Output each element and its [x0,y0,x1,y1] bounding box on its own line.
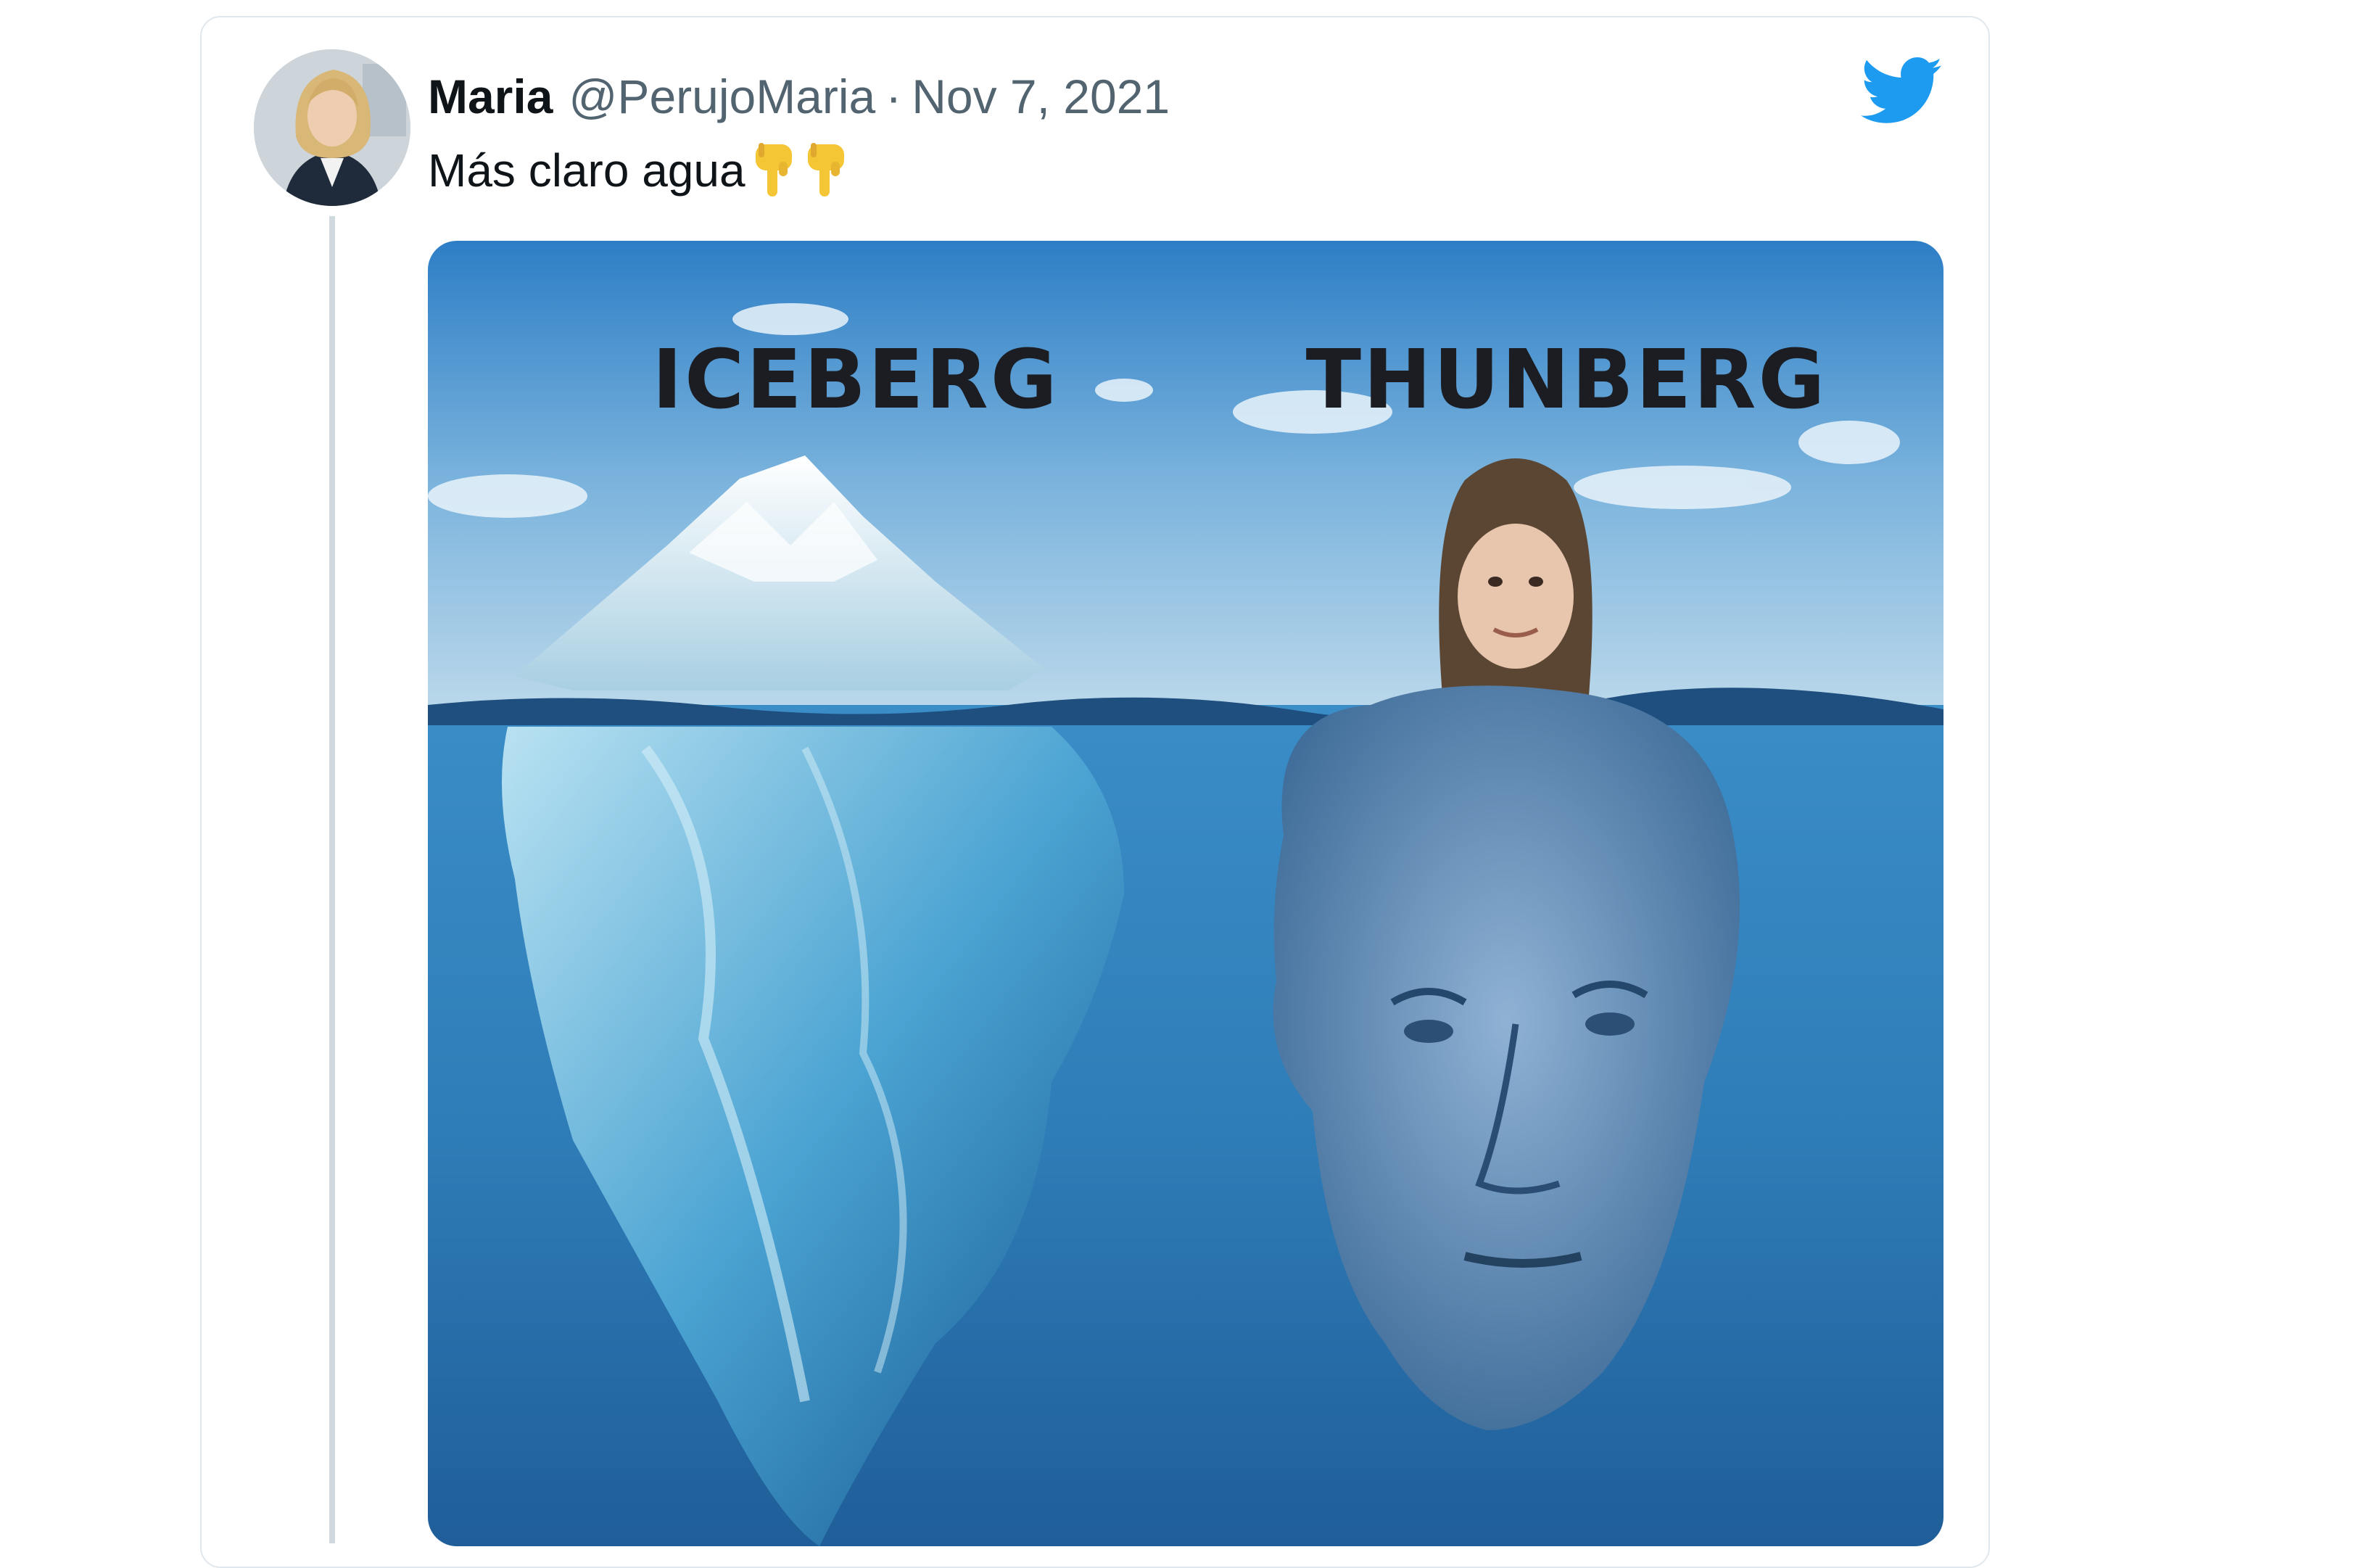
header-separator: · [885,70,902,123]
pointing-down-emoji-icon [755,143,792,197]
meme-image [428,241,1943,1546]
meme-label-iceberg: ICEBERG [652,333,1059,427]
tweet-body: Más claro agua [428,138,850,203]
meme-label-thunberg: THUNBERG [1305,333,1827,427]
tweet-text: Más claro agua [428,144,745,197]
tweet-media[interactable]: ICEBERG THUNBERG [428,241,1943,1546]
tweet-date[interactable]: Nov 7, 2021 [912,69,1170,124]
tweet-header: Maria @PerujoMaria · Nov 7, 2021 [428,64,1170,129]
pointing-down-emoji-icon [807,143,844,197]
display-name[interactable]: Maria [428,69,553,124]
twitter-bird-icon[interactable] [1861,57,1943,126]
girl-head [1439,458,1593,705]
thread-line [329,216,335,1543]
avatar[interactable] [254,49,410,206]
avatar-photo [254,49,410,206]
user-handle[interactable]: @PerujoMaria [569,69,875,124]
